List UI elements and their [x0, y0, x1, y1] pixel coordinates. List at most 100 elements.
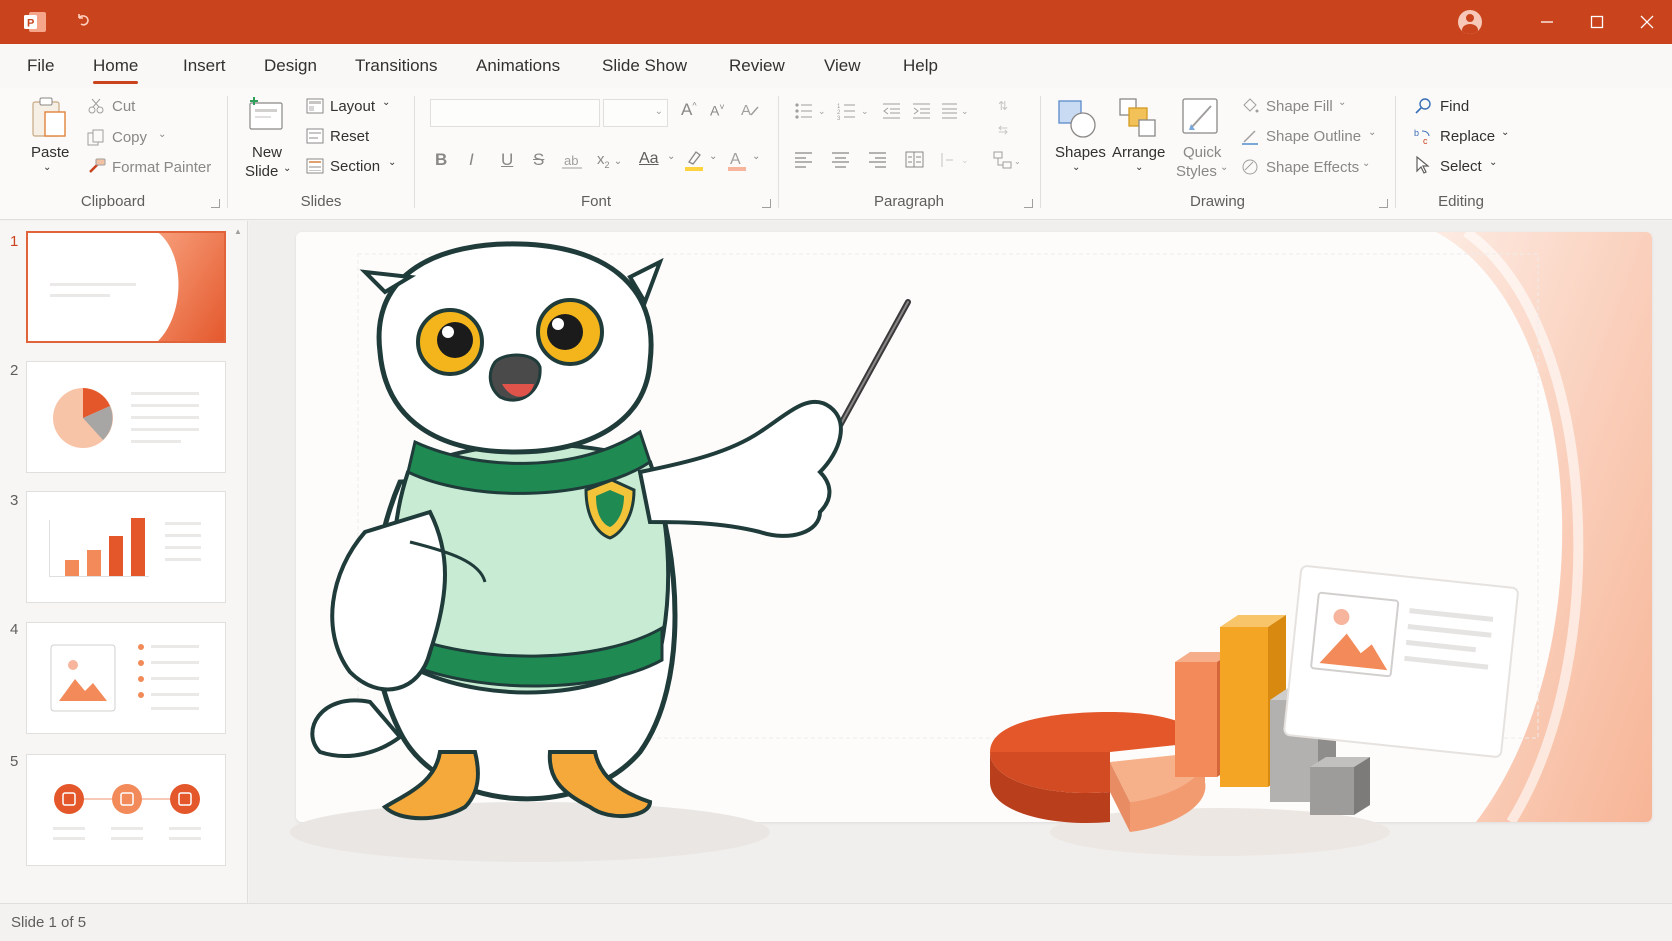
highlight-color-icon[interactable] [683, 148, 709, 177]
new-slide-icon[interactable] [246, 96, 286, 137]
section-button[interactable]: Section [330, 158, 380, 175]
copy-button[interactable]: Copy [112, 129, 147, 146]
powerpoint-icon[interactable]: P [22, 10, 48, 34]
editing-label: Editing [1438, 193, 1484, 210]
format-painter-button[interactable]: Format Painter [112, 159, 211, 176]
editing-group: Find bc Replace ⌄ Select ⌄ Editing [1396, 88, 1526, 220]
tab-animations[interactable]: Animations [476, 44, 560, 88]
replace-button[interactable]: Replace [1440, 128, 1495, 145]
font-group: ⌄ A^ A˅ A B I U S ab x2 ⌄ Aa ⌄ ⌄ A ⌄ Fon… [415, 88, 777, 220]
shapes-icon[interactable] [1056, 96, 1098, 145]
bold-button[interactable]: B [435, 150, 447, 170]
new-slide-chevron-icon[interactable]: ⌄ [283, 163, 291, 174]
tab-help[interactable]: Help [903, 44, 938, 88]
shape-effects-button[interactable]: Shape Effects [1266, 159, 1359, 176]
tab-file[interactable]: File [27, 44, 54, 88]
title-bar: P [0, 0, 1672, 44]
font-size-input[interactable]: ⌄ [603, 99, 668, 127]
align-left-icon[interactable] [794, 151, 814, 174]
tab-transitions[interactable]: Transitions [355, 44, 438, 88]
shape-effects-chevron-icon[interactable]: ⌄ [1362, 158, 1370, 169]
select-button[interactable]: Select [1440, 158, 1482, 175]
shrink-font-icon[interactable]: A˅ [710, 102, 725, 119]
paste-chevron-icon[interactable]: ⌄ [43, 162, 51, 173]
tab-view[interactable]: View [824, 44, 861, 88]
shapes-button[interactable]: Shapes [1055, 144, 1106, 161]
change-case-button[interactable]: Aa [639, 150, 659, 168]
change-case-chevron-icon[interactable]: ⌄ [667, 151, 675, 162]
quick-styles-icon[interactable] [1181, 96, 1223, 145]
drawing-launcher-icon[interactable] [1379, 199, 1388, 208]
shape-outline-chevron-icon[interactable]: ⌄ [1368, 127, 1376, 138]
paste-button[interactable]: Paste [31, 144, 69, 161]
font-color-chevron-icon[interactable]: ⌄ [752, 151, 760, 162]
copy-chevron-icon[interactable]: ⌄ [158, 129, 166, 140]
quick-styles-chevron-icon[interactable]: ⌄ [1220, 162, 1228, 173]
numbering-icon[interactable]: 1 2 3 ⌄ [837, 102, 873, 125]
slide-thumbnail-1[interactable] [26, 231, 226, 343]
arrange-button[interactable]: Arrange [1112, 144, 1165, 161]
paragraph-launcher-icon[interactable] [1024, 199, 1033, 208]
character-spacing-icon[interactable]: ab [561, 152, 583, 175]
tab-home[interactable]: Home [93, 44, 139, 88]
account-avatar[interactable] [1458, 10, 1482, 34]
quick-styles-label-2[interactable]: Styles [1176, 163, 1217, 180]
tab-review[interactable]: Review [729, 44, 785, 88]
smartart-icon[interactable]: ⌄ [993, 150, 1021, 175]
shape-fill-button[interactable]: Shape Fill [1266, 98, 1333, 115]
slide-thumbnail-5[interactable] [26, 754, 226, 866]
grow-font-icon[interactable]: A^ [681, 100, 697, 120]
layout-chevron-icon[interactable]: ⌄ [382, 97, 390, 108]
increase-indent-icon[interactable] [912, 102, 932, 125]
italic-button[interactable]: I [469, 150, 474, 170]
arrange-chevron-icon[interactable]: ⌄ [1135, 162, 1143, 173]
bullets-icon[interactable]: ⌄ [794, 102, 830, 125]
replace-chevron-icon[interactable]: ⌄ [1501, 127, 1509, 138]
slides-label: Slides [300, 193, 342, 210]
underline-button[interactable]: U [501, 150, 513, 170]
align-text-icon[interactable]: ⌄ [941, 151, 975, 174]
font-name-input[interactable] [430, 99, 600, 127]
minimize-icon[interactable] [1522, 0, 1572, 44]
slide-number: 4 [10, 621, 19, 638]
strikethrough-button[interactable]: S [533, 150, 544, 170]
paste-icon[interactable] [29, 96, 69, 145]
font-launcher-icon[interactable] [762, 199, 771, 208]
shape-outline-button[interactable]: Shape Outline [1266, 128, 1361, 145]
find-button[interactable]: Find [1440, 98, 1469, 115]
section-chevron-icon[interactable]: ⌄ [388, 157, 396, 168]
quick-styles-label-1[interactable]: Quick [1183, 144, 1221, 161]
new-slide-label-2[interactable]: Slide [245, 163, 278, 180]
columns-icon[interactable] [905, 151, 925, 174]
shapes-chevron-icon[interactable]: ⌄ [1072, 162, 1080, 173]
shape-fill-chevron-icon[interactable]: ⌄ [1338, 97, 1346, 108]
undo-icon[interactable] [76, 13, 90, 32]
slide-thumbnail-2[interactable] [26, 361, 226, 473]
tab-design[interactable]: Design [264, 44, 317, 88]
font-label: Font [580, 193, 611, 210]
slide-thumbnail-3[interactable] [26, 491, 226, 603]
replace-icon: bc [1414, 127, 1434, 150]
line-spacing-icon[interactable]: ⌄ [941, 102, 975, 125]
select-chevron-icon[interactable]: ⌄ [1489, 157, 1497, 168]
arrange-icon[interactable] [1117, 96, 1159, 145]
slide-thumbnail-4[interactable] [26, 622, 226, 734]
layout-button[interactable]: Layout [330, 98, 375, 115]
text-direction-icon[interactable]: ⇅ ⇆ [995, 96, 1015, 145]
new-slide-label-1[interactable]: New [252, 144, 282, 161]
maximize-icon[interactable] [1572, 0, 1622, 44]
highlight-chevron-icon[interactable]: ⌄ [709, 151, 717, 162]
decrease-indent-icon[interactable] [882, 102, 902, 125]
cut-button[interactable]: Cut [112, 98, 135, 115]
align-right-icon[interactable] [868, 151, 888, 174]
close-icon[interactable] [1622, 0, 1672, 44]
reset-button[interactable]: Reset [330, 128, 369, 145]
clipboard-launcher-icon[interactable] [211, 199, 220, 208]
clear-formatting-icon[interactable]: A [740, 101, 760, 124]
tab-slide-show[interactable]: Slide Show [602, 44, 687, 88]
scroll-up-icon[interactable]: ▲ [234, 227, 242, 237]
align-center-icon[interactable] [831, 151, 851, 174]
subscript-icon[interactable]: x2 ⌄ [597, 151, 622, 170]
font-color-icon[interactable]: A [726, 148, 750, 177]
tab-insert[interactable]: Insert [183, 44, 226, 88]
